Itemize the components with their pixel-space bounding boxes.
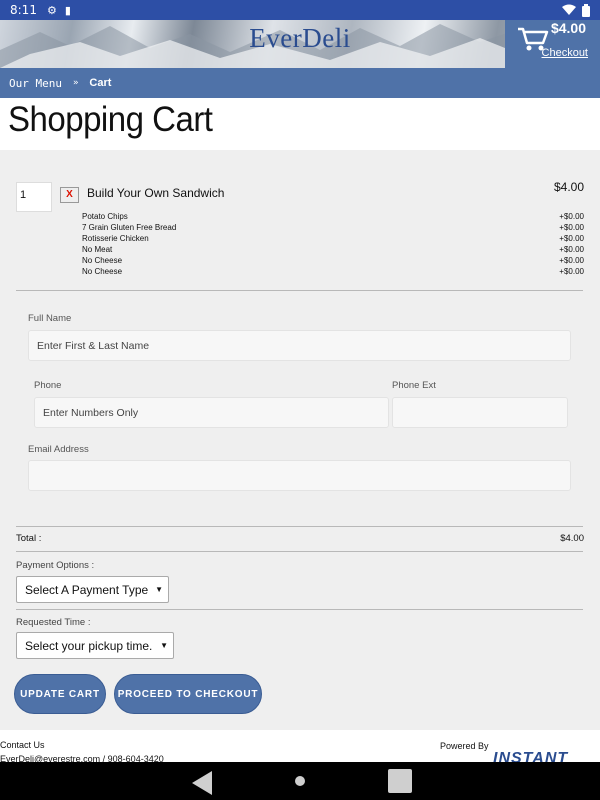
remove-item-button[interactable]: X (60, 187, 79, 203)
back-icon[interactable] (190, 771, 214, 795)
status-bar: 8:11 ⚙ ▮ (0, 0, 600, 20)
divider (16, 551, 583, 552)
divider (16, 526, 583, 527)
pickup-time-value: Select your pickup time. (25, 638, 153, 653)
option-name: No Meat (82, 245, 113, 254)
home-icon[interactable] (295, 776, 305, 786)
wifi-icon (562, 4, 576, 15)
phone-input[interactable]: Enter Numbers Only (34, 397, 389, 428)
item-name: Build Your Own Sandwich (87, 186, 225, 200)
requested-time-label: Requested Time : (16, 617, 91, 628)
option-name: Rotisserie Chicken (82, 234, 149, 243)
breadcrumb-separator: » (72, 78, 79, 88)
update-cart-button[interactable]: UPDATE CART (14, 674, 106, 714)
option-row: 7 Grain Gluten Free Bread +$0.00 (82, 222, 584, 233)
option-row: Potato Chips +$0.00 (82, 211, 584, 222)
email-label: Email Address (28, 444, 89, 455)
dropdown-arrow-icon: ▼ (155, 585, 163, 594)
battery-icon (582, 3, 590, 17)
page-title: Shopping Cart (8, 98, 213, 139)
option-price: +$0.00 (559, 234, 584, 243)
total-label: Total : (16, 533, 42, 544)
pickup-time-select[interactable]: Select your pickup time. ▼ (16, 632, 174, 659)
full-name-input[interactable]: Enter First & Last Name (28, 330, 571, 361)
contact-us-heading: Contact Us (0, 740, 45, 750)
option-price: +$0.00 (559, 212, 584, 221)
breadcrumb: Our Menu » Cart (0, 68, 600, 98)
sd-card-icon: ▮ (64, 4, 71, 17)
option-name: Potato Chips (82, 212, 128, 221)
option-row: No Meat +$0.00 (82, 244, 584, 255)
cart-total: $4.00 (550, 20, 586, 36)
divider (16, 609, 583, 610)
option-price: +$0.00 (559, 245, 584, 254)
option-price: +$0.00 (559, 256, 584, 265)
checkout-link[interactable]: Checkout (542, 47, 588, 59)
option-price: +$0.00 (559, 223, 584, 232)
option-name: No Cheese (82, 267, 123, 276)
option-row: No Cheese +$0.00 (82, 255, 584, 266)
quantity-input[interactable]: 1 (16, 182, 52, 212)
item-options: Potato Chips +$0.00 7 Grain Gluten Free B… (82, 211, 584, 277)
option-row: Rotisserie Chicken +$0.00 (82, 233, 584, 244)
total-value: $4.00 (560, 533, 584, 544)
breadcrumb-cart: Cart (89, 77, 112, 89)
powered-by-label: Powered By (440, 741, 489, 751)
payment-type-select[interactable]: Select A Payment Type ▼ (16, 576, 169, 603)
phone-label: Phone (34, 380, 62, 391)
payment-options-label: Payment Options : (16, 560, 95, 571)
status-time: 8:11 (10, 3, 37, 17)
proceed-to-checkout-button[interactable]: PROCEED TO CHECKOUT (114, 674, 262, 714)
option-row: No Cheese +$0.00 (82, 266, 584, 277)
dropdown-arrow-icon: ▼ (160, 641, 168, 650)
email-input[interactable] (28, 460, 571, 491)
breadcrumb-our-menu[interactable]: Our Menu (9, 77, 62, 90)
recent-apps-icon[interactable] (388, 769, 412, 793)
option-price: +$0.00 (559, 267, 584, 276)
item-price: $4.00 (553, 180, 584, 194)
phone-ext-input[interactable] (392, 397, 568, 428)
cart-summary[interactable]: $4.00 Checkout (505, 20, 600, 68)
full-name-label: Full Name (28, 313, 72, 324)
option-name: 7 Grain Gluten Free Bread (82, 223, 177, 232)
payment-type-value: Select A Payment Type (25, 582, 149, 597)
option-name: No Cheese (82, 256, 123, 265)
phone-ext-label: Phone Ext (392, 380, 436, 391)
divider (16, 290, 583, 291)
settings-icon: ⚙ (46, 4, 57, 17)
